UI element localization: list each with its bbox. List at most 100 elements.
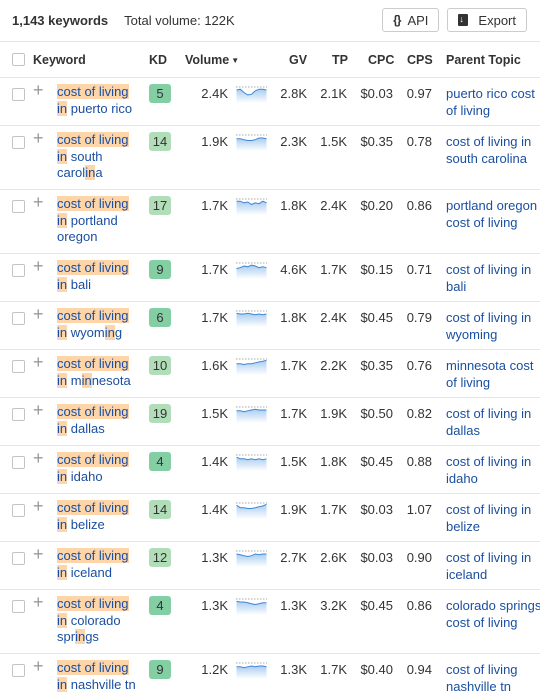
sparkline-area <box>236 201 267 215</box>
row-checkbox[interactable] <box>12 664 25 677</box>
parent-topic-link[interactable]: cost of living in belize <box>446 502 540 535</box>
cps-value: 1.07 <box>406 502 432 517</box>
volume-trend-sparkline[interactable] <box>236 307 267 327</box>
add-to-list-icon[interactable]: + <box>33 81 44 99</box>
row-checkbox[interactable] <box>12 504 25 517</box>
cps-value: 0.90 <box>406 550 432 565</box>
row-checkbox[interactable] <box>12 200 25 213</box>
parent-topic-link[interactable]: minnesota cost of living <box>446 358 540 391</box>
column-cpc[interactable]: CPC <box>368 53 394 67</box>
kd-badge: 9 <box>149 660 171 679</box>
add-to-list-icon[interactable]: + <box>33 353 44 371</box>
keyword-link[interactable]: cost of living in nashville tn <box>57 660 137 693</box>
gv-value: 1.5K <box>280 454 307 469</box>
column-keyword[interactable]: Keyword <box>33 53 86 67</box>
cpc-value: $0.45 <box>360 454 393 469</box>
add-to-list-icon[interactable]: + <box>33 657 44 675</box>
parent-topic-link[interactable]: cost of living nashville tn <box>446 662 540 695</box>
table-row: + cost of living in colorado springs 4 1.3K 1… <box>0 590 540 654</box>
keyword-link[interactable]: cost of living in portland oregon <box>57 196 137 246</box>
add-to-list-icon[interactable]: + <box>33 193 44 211</box>
row-checkbox[interactable] <box>12 136 25 149</box>
gv-value: 1.3K <box>280 598 307 613</box>
keyword-link[interactable]: cost of living in bali <box>57 260 137 293</box>
volume-trend-sparkline[interactable] <box>236 499 267 519</box>
kd-badge: 17 <box>149 196 171 215</box>
add-to-list-icon[interactable]: + <box>33 449 44 467</box>
volume-trend-sparkline[interactable] <box>236 355 267 375</box>
keyword-link[interactable]: cost of living in puerto rico <box>57 84 137 117</box>
volume-trend-sparkline[interactable] <box>236 595 267 615</box>
keyword-link[interactable]: cost of living in wyoming <box>57 308 137 341</box>
tp-value: 3.2K <box>320 598 347 613</box>
row-checkbox[interactable] <box>12 600 25 613</box>
select-all-checkbox[interactable] <box>12 53 25 66</box>
column-parent-topic[interactable]: Parent Topic <box>446 53 521 67</box>
parent-topic-link[interactable]: cost of living in wyoming <box>446 310 540 343</box>
keyword-link[interactable]: cost of living in minnesota <box>57 356 137 389</box>
keyword-link[interactable]: cost of living in dallas <box>57 404 137 437</box>
keyword-link[interactable]: cost of living in colorado springs <box>57 596 137 646</box>
add-to-list-icon[interactable]: + <box>33 401 44 419</box>
row-checkbox[interactable] <box>12 408 25 421</box>
volume-trend-sparkline[interactable] <box>236 451 267 471</box>
parent-topic-link[interactable]: cost of living in iceland <box>446 550 540 583</box>
cpc-value: $0.45 <box>360 598 393 613</box>
parent-topic-link[interactable]: cost of living in idaho <box>446 454 540 487</box>
volume-value: 1.7K <box>201 262 228 277</box>
cps-value: 0.71 <box>406 262 432 277</box>
volume-value: 1.5K <box>201 406 228 421</box>
column-volume[interactable]: Volume ▼ <box>185 53 239 67</box>
add-to-list-icon[interactable]: + <box>33 257 44 275</box>
row-checkbox[interactable] <box>12 88 25 101</box>
volume-trend-sparkline[interactable] <box>236 547 267 567</box>
parent-topic-link[interactable]: puerto rico cost of living <box>446 86 540 119</box>
volume-trend-sparkline[interactable] <box>236 195 267 215</box>
volume-trend-sparkline[interactable] <box>236 131 267 151</box>
volume-trend-sparkline[interactable] <box>236 83 267 103</box>
cps-value: 0.78 <box>406 134 432 149</box>
volume-trend-sparkline[interactable] <box>236 659 267 679</box>
api-button[interactable]: {} API <box>382 8 440 32</box>
row-checkbox[interactable] <box>12 264 25 277</box>
kd-badge: 9 <box>149 260 171 279</box>
volume-value: 1.6K <box>201 358 228 373</box>
column-volume-label: Volume <box>185 52 230 67</box>
add-to-list-icon[interactable]: + <box>33 497 44 515</box>
cps-value: 0.82 <box>406 406 432 421</box>
tp-value: 1.5K <box>320 134 347 149</box>
add-to-list-icon[interactable]: + <box>33 129 44 147</box>
export-button[interactable]: Export <box>447 8 527 32</box>
keyword-link[interactable]: cost of living in south carolina <box>57 132 137 182</box>
kd-badge: 14 <box>149 132 171 151</box>
sparkline-area <box>236 360 267 375</box>
row-checkbox[interactable] <box>12 552 25 565</box>
add-to-list-icon[interactable]: + <box>33 593 44 611</box>
row-checkbox[interactable] <box>12 312 25 325</box>
column-tp[interactable]: TP <box>332 53 348 67</box>
add-to-list-icon[interactable]: + <box>33 545 44 563</box>
table-row: + cost of living in idaho 4 1.4K 1.5K 1.8K $0.4… <box>0 446 540 494</box>
column-gv[interactable]: GV <box>289 53 307 67</box>
parent-topic-link[interactable]: cost of living in dallas <box>446 406 540 439</box>
column-kd[interactable]: KD <box>149 53 167 67</box>
table-row: + cost of living in south carolina 14 1.9K 2.… <box>0 126 540 190</box>
keyword-link[interactable]: cost of living in iceland <box>57 548 137 581</box>
parent-topic-link[interactable]: cost of living in bali <box>446 262 540 295</box>
volume-value: 1.4K <box>201 454 228 469</box>
parent-topic-link[interactable]: colorado springs cost of living <box>446 598 540 631</box>
keyword-link[interactable]: cost of living in idaho <box>57 452 137 485</box>
parent-topic-link[interactable]: portland oregon cost of living <box>446 198 540 231</box>
row-checkbox[interactable] <box>12 456 25 469</box>
volume-trend-sparkline[interactable] <box>236 259 267 279</box>
parent-topic-link[interactable]: cost of living in south carolina <box>446 134 540 167</box>
table-row: + cost of living in bali 9 1.7K 4.6K 1.7K $0.15… <box>0 254 540 302</box>
keyword-table-body: + cost of living in puerto rico 5 2.4K 2.8K 2.… <box>0 78 540 697</box>
add-to-list-icon[interactable]: + <box>33 305 44 323</box>
total-volume: Total volume: 122K <box>124 13 235 28</box>
keyword-link[interactable]: cost of living in belize <box>57 500 137 533</box>
gv-value: 4.6K <box>280 262 307 277</box>
row-checkbox[interactable] <box>12 360 25 373</box>
volume-trend-sparkline[interactable] <box>236 403 267 423</box>
column-cps[interactable]: CPS <box>407 53 433 67</box>
